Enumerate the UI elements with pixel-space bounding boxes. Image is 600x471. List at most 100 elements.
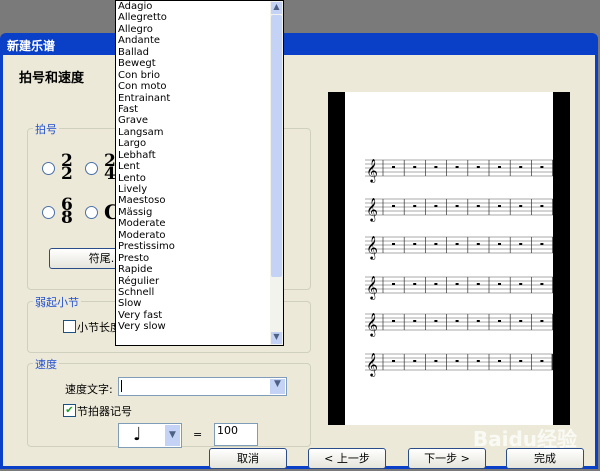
page-heading: 拍号和速度 [19, 71, 85, 86]
list-item[interactable]: Régulier [116, 276, 283, 287]
scrollbar[interactable]: ▼ ▲ [270, 1, 283, 345]
cancel-button[interactable]: 取消 [209, 448, 287, 469]
group-label: 弱起小节 [33, 294, 81, 310]
pickup-checkbox[interactable] [63, 320, 76, 333]
rest [413, 243, 417, 245]
rest [413, 166, 417, 168]
finish-button[interactable]: 完成 [506, 448, 584, 469]
next-button[interactable]: 下一步 > [408, 448, 486, 469]
chevron-down-icon[interactable]: ▼ [270, 379, 285, 394]
rest [476, 283, 480, 285]
list-item[interactable]: Moderate [116, 218, 283, 229]
group-label: 速度 [33, 356, 59, 372]
rest [392, 205, 395, 207]
staff-systems: 𝄞 𝄞 𝄞 𝄞 𝄞 𝄞 [365, 158, 554, 377]
treble-clef-icon: 𝄞 [366, 235, 378, 260]
list-item[interactable]: Con brio [116, 70, 283, 81]
rest [498, 320, 501, 322]
treble-clef-icon: 𝄞 [366, 197, 378, 222]
tempo-group: 速度 速度文字: ▼ ✔ 节拍器记号 ♩ ▼ = 100 [27, 356, 311, 448]
list-item[interactable]: Adagio [116, 1, 283, 12]
rest [519, 166, 523, 168]
list-item[interactable]: Fast [116, 104, 283, 115]
radio-2-4[interactable] [85, 162, 98, 175]
treble-clef-icon: 𝄞 [366, 352, 378, 377]
score-preview: 𝄞 𝄞 𝄞 𝄞 𝄞 𝄞 [328, 92, 570, 425]
rest [434, 320, 438, 322]
metronome-label: 节拍器记号 [77, 405, 132, 418]
rest [498, 205, 501, 207]
tempo-dropdown-list[interactable]: Adagio Allegretto Allegro Andante Ballad Bewe… [115, 0, 284, 346]
rest [476, 205, 480, 207]
rest [519, 360, 523, 362]
list-item[interactable]: Ballad [116, 47, 283, 58]
dialog-body: 拍号和速度 拍号 22 24 68 C 符尾... 弱起小节 小节长度 速度 速… [3, 55, 595, 469]
list-item[interactable]: Slow [116, 298, 283, 309]
list-item[interactable]: Allegro [116, 24, 283, 35]
rest [392, 360, 395, 362]
rest [476, 360, 480, 362]
radio-common-time[interactable] [85, 206, 98, 219]
rest [540, 283, 544, 285]
scrollbar-thumb[interactable] [271, 15, 282, 277]
list-item[interactable]: Con moto [116, 81, 283, 92]
rest [392, 166, 395, 168]
list-item[interactable]: Andante [116, 35, 283, 46]
chevron-down-icon[interactable]: ▼ [165, 425, 180, 446]
list-item[interactable]: Langsam [116, 127, 283, 138]
rest [434, 205, 438, 207]
rest [540, 360, 544, 362]
quarter-note-icon: ♩ [133, 424, 142, 445]
metronome-checkbox[interactable]: ✔ [63, 404, 76, 417]
rest [434, 360, 438, 362]
list-item[interactable]: Lebhaft [116, 150, 283, 161]
back-button[interactable]: < 上一步 [308, 448, 386, 469]
rest [413, 283, 417, 285]
rest [392, 320, 395, 322]
list-item[interactable]: Very slow [116, 321, 283, 332]
rest [476, 320, 480, 322]
rest [540, 243, 544, 245]
radio-6-8[interactable] [42, 206, 55, 219]
rest [392, 243, 395, 245]
list-item[interactable]: Bewegt [116, 58, 283, 69]
rest [540, 205, 544, 207]
list-item[interactable]: Largo [116, 138, 283, 149]
chevron-down-icon[interactable]: ▼ [271, 332, 282, 344]
list-item[interactable]: Prestissimo [116, 241, 283, 252]
rest [498, 283, 501, 285]
rest [540, 320, 544, 322]
rest [498, 243, 501, 245]
rest [540, 166, 544, 168]
rest [392, 283, 395, 285]
rest [519, 205, 523, 207]
list-item[interactable]: Schnell [116, 287, 283, 298]
rest [455, 166, 459, 168]
list-item[interactable]: Entrainant [116, 93, 283, 104]
list-item[interactable]: Lively [116, 184, 283, 195]
list-item[interactable]: Presto [116, 253, 283, 264]
list-item[interactable]: Moderato [116, 230, 283, 241]
list-item[interactable]: Allegretto [116, 12, 283, 23]
list-item[interactable]: Lento [116, 173, 283, 184]
timesig-6-8: 68 [61, 195, 73, 228]
rest [455, 283, 459, 285]
radio-2-2[interactable] [42, 162, 55, 175]
bpm-input[interactable]: 100 [214, 423, 258, 446]
list-item[interactable]: Maestoso [116, 195, 283, 206]
chevron-up-icon[interactable]: ▲ [271, 2, 282, 14]
list-item[interactable]: Lent [116, 161, 283, 172]
rest [455, 205, 459, 207]
list-item[interactable]: Rapide [116, 264, 283, 275]
rest [498, 166, 501, 168]
note-value-combo[interactable]: ♩ ▼ [118, 423, 182, 448]
tempo-text-combo[interactable]: ▼ [118, 377, 287, 396]
rest [413, 320, 417, 322]
list-item[interactable]: Very fast [116, 310, 283, 321]
treble-clef-icon: 𝄞 [366, 158, 378, 183]
list-item[interactable]: Grave [116, 115, 283, 126]
list-item[interactable]: Mässig [116, 207, 283, 218]
window-title: 新建乐谱 [7, 39, 56, 53]
rest [434, 283, 438, 285]
preview-page: 𝄞 𝄞 𝄞 𝄞 𝄞 𝄞 [345, 92, 554, 425]
